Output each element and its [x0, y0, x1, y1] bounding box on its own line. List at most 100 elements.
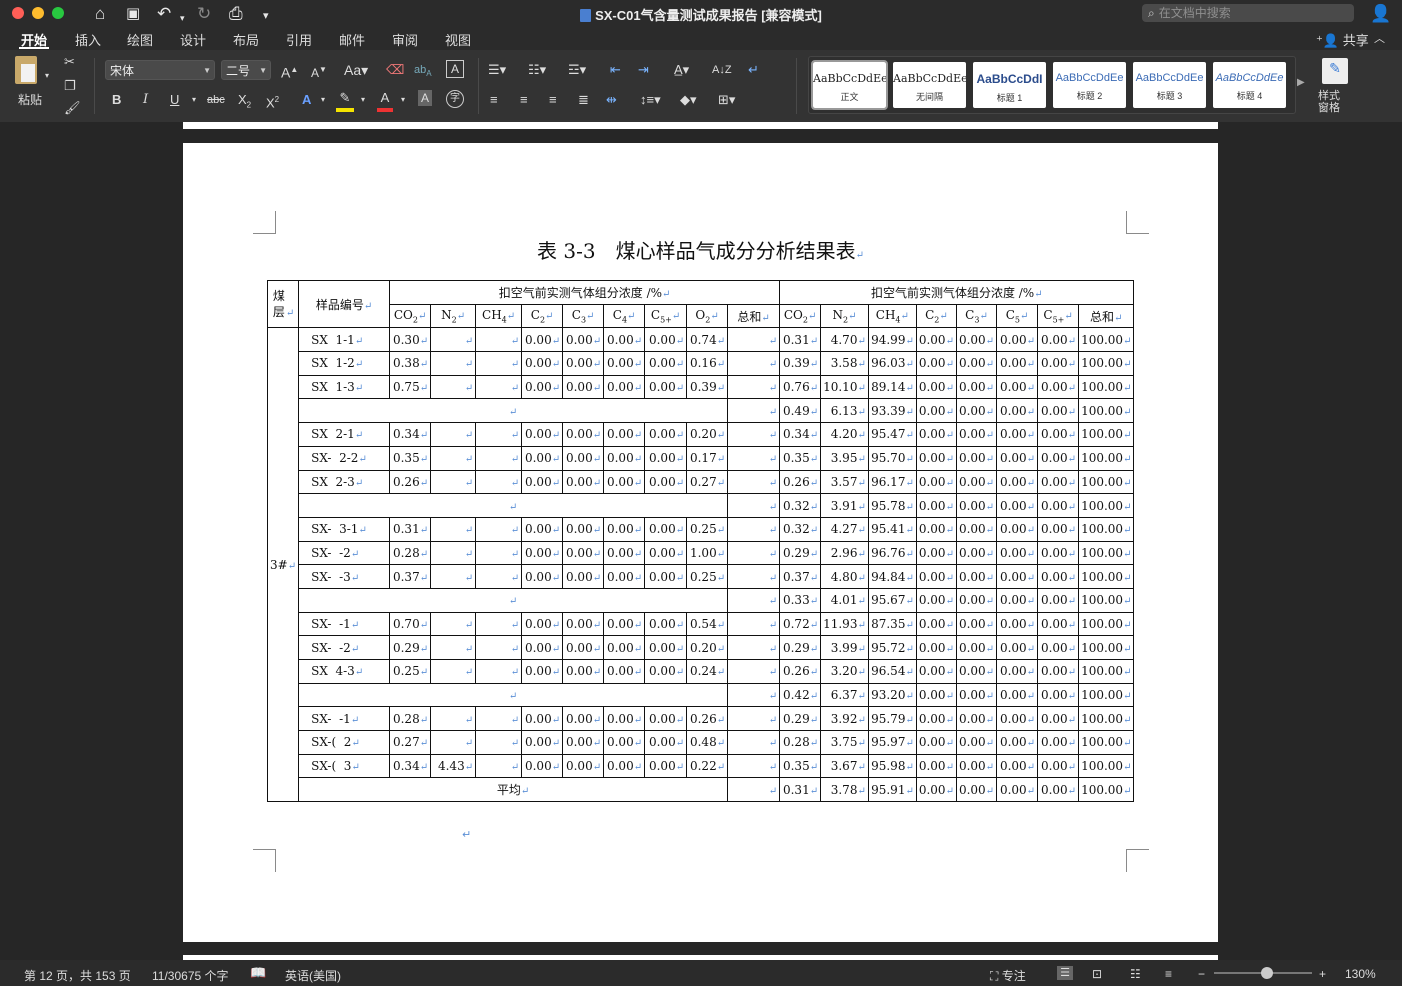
share-button[interactable]: ⁺👤 共享	[1316, 30, 1369, 49]
style-normal[interactable]: AaBbCcDdEe 正文	[811, 60, 888, 110]
sample-id-cell[interactable]: SX- -2↵	[298, 635, 391, 660]
value-cell[interactable]: 100.00↵	[1078, 753, 1135, 779]
value-cell[interactable]: 0.72↵	[779, 611, 822, 637]
value-cell[interactable]: 3.78↵	[820, 777, 869, 803]
value-cell[interactable]: 0.00↵	[521, 635, 564, 660]
value-cell[interactable]: 0.00↵	[996, 422, 1039, 447]
value-cell[interactable]: 11.93↵	[820, 611, 869, 637]
collapse-ribbon-icon[interactable]: ︿	[1374, 30, 1385, 46]
tab-draw[interactable]: 绘图	[127, 30, 153, 49]
sample-id-cell[interactable]: SX-( 3↵	[298, 753, 391, 779]
value-cell[interactable]: 0.00↵	[1037, 445, 1080, 471]
bullets-icon[interactable]: ☰▾	[488, 60, 506, 80]
align-right-icon[interactable]: ≡	[549, 90, 557, 110]
value-cell[interactable]: ↵	[727, 706, 781, 732]
value-cell[interactable]: 0.00↵	[562, 753, 605, 779]
search-box[interactable]: ⌕ 在文档中搜索	[1142, 4, 1354, 22]
value-cell[interactable]: 0.00↵	[1037, 398, 1080, 424]
column-header[interactable]: C5+↵	[644, 303, 688, 329]
tab-view[interactable]: 视图	[445, 30, 471, 49]
value-cell[interactable]: ↵	[430, 516, 477, 542]
zoom-out-icon[interactable]: −	[1198, 967, 1205, 981]
highlight-icon[interactable]: ✎	[336, 88, 354, 112]
value-cell[interactable]: 100.00↵	[1078, 445, 1135, 471]
value-cell[interactable]: 3.75↵	[820, 730, 869, 755]
value-cell[interactable]: ↵	[727, 611, 781, 637]
value-cell[interactable]: 0.16↵	[686, 351, 729, 376]
value-cell[interactable]: 0.00↵	[644, 327, 688, 353]
font-name-select[interactable]: 宋体 ▼	[105, 60, 215, 80]
web-layout-icon[interactable]: ⊡	[1092, 967, 1102, 981]
value-cell[interactable]: ↵	[727, 730, 781, 755]
value-cell[interactable]: 0.00↵	[1037, 587, 1080, 613]
sum-cell[interactable]: ↵	[727, 587, 781, 613]
value-cell[interactable]: 0.00↵	[644, 516, 688, 542]
sample-id-cell[interactable]: SX- -2↵	[298, 540, 391, 566]
value-cell[interactable]: 0.00↵	[915, 469, 957, 495]
value-cell[interactable]: 0.00↵	[644, 706, 688, 732]
value-cell[interactable]: ↵	[475, 327, 523, 353]
value-cell[interactable]: 0.33↵	[779, 587, 822, 613]
shading-icon[interactable]: ◆▾	[680, 90, 697, 110]
language[interactable]: 英语(美国)	[285, 967, 341, 984]
value-cell[interactable]: 0.00↵	[996, 327, 1039, 353]
value-cell[interactable]: 3.67↵	[820, 753, 869, 779]
value-cell[interactable]: 0.00↵	[521, 351, 564, 376]
value-cell[interactable]: 0.00↵	[562, 351, 605, 376]
value-cell[interactable]: 0.00↵	[996, 564, 1039, 589]
value-cell[interactable]: 0.27↵	[389, 730, 432, 755]
value-cell[interactable]: 0.26↵	[779, 659, 822, 684]
value-cell[interactable]: 0.38↵	[389, 351, 432, 376]
value-cell[interactable]: 0.31↵	[389, 516, 432, 542]
value-cell[interactable]: 0.27↵	[686, 469, 729, 495]
value-cell[interactable]: 0.35↵	[779, 753, 822, 779]
value-cell[interactable]: 0.00↵	[521, 469, 564, 495]
value-cell[interactable]: 0.74↵	[686, 327, 729, 353]
value-cell[interactable]: 0.00↵	[955, 445, 998, 471]
value-cell[interactable]: 0.24↵	[686, 659, 729, 684]
value-cell[interactable]: 0.00↵	[996, 659, 1039, 684]
value-cell[interactable]: ↵	[475, 659, 523, 684]
style-heading-1[interactable]: AaBbCcDdI 标题 1	[973, 62, 1046, 108]
average-label-cell[interactable]: ↵	[298, 682, 729, 708]
value-cell[interactable]: 0.31↵	[779, 777, 822, 803]
value-cell[interactable]: 0.00↵	[1037, 635, 1080, 660]
superscript-icon[interactable]: X2	[266, 90, 279, 113]
value-cell[interactable]: 0.00↵	[915, 493, 957, 518]
proofing-icon[interactable]: 📖	[250, 965, 266, 981]
tab-mailings[interactable]: 邮件	[339, 30, 365, 49]
value-cell[interactable]: ↵	[475, 351, 523, 376]
value-cell[interactable]: 0.00↵	[603, 611, 646, 637]
value-cell[interactable]: 0.00↵	[915, 422, 957, 447]
value-cell[interactable]: ↵	[475, 422, 523, 447]
value-cell[interactable]: 96.17↵	[867, 469, 917, 495]
value-cell[interactable]: ↵	[430, 540, 477, 566]
value-cell[interactable]: 95.72↵	[867, 635, 917, 660]
value-cell[interactable]: 0.00↵	[996, 351, 1039, 376]
value-cell[interactable]: 0.00↵	[562, 422, 605, 447]
value-cell[interactable]: 4.70↵	[820, 327, 869, 353]
value-cell[interactable]: 0.42↵	[779, 682, 822, 708]
grow-font-icon[interactable]: A▲	[281, 60, 298, 83]
highlight-dropdown-icon[interactable]: ▾	[361, 90, 365, 110]
value-cell[interactable]: 0.00↵	[521, 516, 564, 542]
value-cell[interactable]: 0.00↵	[562, 374, 605, 400]
header-sample-id[interactable]: 样品编号↵	[298, 279, 391, 329]
value-cell[interactable]: ↵	[475, 374, 523, 400]
value-cell[interactable]: 0.00↵	[1037, 682, 1080, 708]
value-cell[interactable]: 6.13↵	[820, 398, 869, 424]
value-cell[interactable]: 0.00↵	[1037, 351, 1080, 376]
value-cell[interactable]: 0.00↵	[562, 635, 605, 660]
value-cell[interactable]: 0.00↵	[955, 611, 998, 637]
value-cell[interactable]: 0.00↵	[521, 611, 564, 637]
value-cell[interactable]: 0.00↵	[644, 635, 688, 660]
decrease-indent-icon[interactable]: ⇤	[610, 60, 621, 80]
value-cell[interactable]: 100.00↵	[1078, 540, 1135, 566]
value-cell[interactable]: 0.00↵	[955, 469, 998, 495]
sample-id-cell[interactable]: SX- -3↵	[298, 564, 391, 589]
value-cell[interactable]: 0.00↵	[955, 351, 998, 376]
value-cell[interactable]: 0.00↵	[521, 327, 564, 353]
styles-pane-icon[interactable]: ✎	[1322, 58, 1348, 84]
value-cell[interactable]: 0.17↵	[686, 445, 729, 471]
value-cell[interactable]: 3.57↵	[820, 469, 869, 495]
